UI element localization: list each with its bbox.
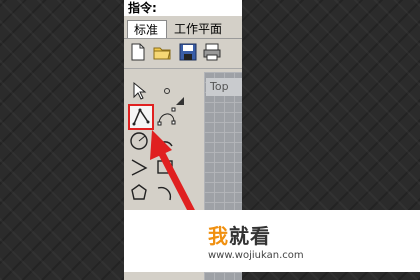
watermark-logo-text: 就看: [229, 224, 271, 248]
watermark-logo-accent: 我: [208, 224, 229, 248]
watermark-url: www.wojiukan.com: [208, 250, 304, 261]
watermark-banner: 我就看 www.wojiukan.com: [124, 210, 420, 272]
watermark-logo: 我就看: [208, 220, 271, 249]
